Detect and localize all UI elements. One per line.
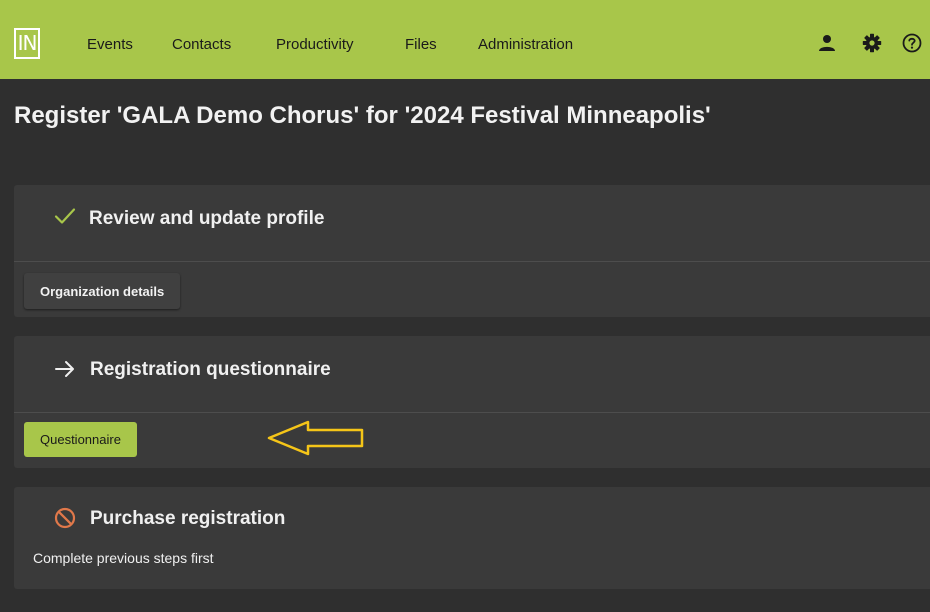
nav-item-events[interactable]: Events xyxy=(87,36,133,53)
top-nav-bar: IN Events Contacts Productivity Files Ad… xyxy=(0,0,930,79)
page-title: Register 'GALA Demo Chorus' for '2024 Fe… xyxy=(14,102,711,129)
step-title: Purchase registration xyxy=(90,508,286,529)
divider xyxy=(14,261,930,262)
app-logo[interactable]: IN xyxy=(14,28,40,59)
nav-item-contacts[interactable]: Contacts xyxy=(172,36,231,53)
step-title: Registration questionnaire xyxy=(90,359,331,380)
gear-icon[interactable] xyxy=(862,33,882,53)
divider xyxy=(14,412,930,413)
step-note: Complete previous steps first xyxy=(33,550,214,566)
step-card-questionnaire: Registration questionnaire Questionnaire xyxy=(14,336,930,468)
questionnaire-button[interactable]: Questionnaire xyxy=(24,422,137,457)
main-content: Register 'GALA Demo Chorus' for '2024 Fe… xyxy=(0,79,930,612)
step-header: Purchase registration xyxy=(14,487,930,547)
arrow-left-annotation xyxy=(266,418,366,458)
nav-item-files[interactable]: Files xyxy=(405,36,437,53)
step-header[interactable]: Registration questionnaire xyxy=(14,336,930,412)
step-header[interactable]: Review and update profile xyxy=(14,185,930,261)
help-icon[interactable] xyxy=(902,33,922,53)
arrow-right-icon xyxy=(54,358,76,380)
nav-item-administration[interactable]: Administration xyxy=(478,36,573,53)
prohibited-icon xyxy=(54,507,76,529)
organization-details-button[interactable]: Organization details xyxy=(24,273,181,309)
checkmark-icon xyxy=(54,205,76,227)
nav-item-productivity[interactable]: Productivity xyxy=(276,36,354,53)
step-title: Review and update profile xyxy=(89,208,325,229)
step-card-review-profile: Review and update profile Organization d… xyxy=(14,185,930,317)
step-card-purchase: Purchase registration Complete previous … xyxy=(14,487,930,589)
person-icon[interactable] xyxy=(817,33,837,53)
